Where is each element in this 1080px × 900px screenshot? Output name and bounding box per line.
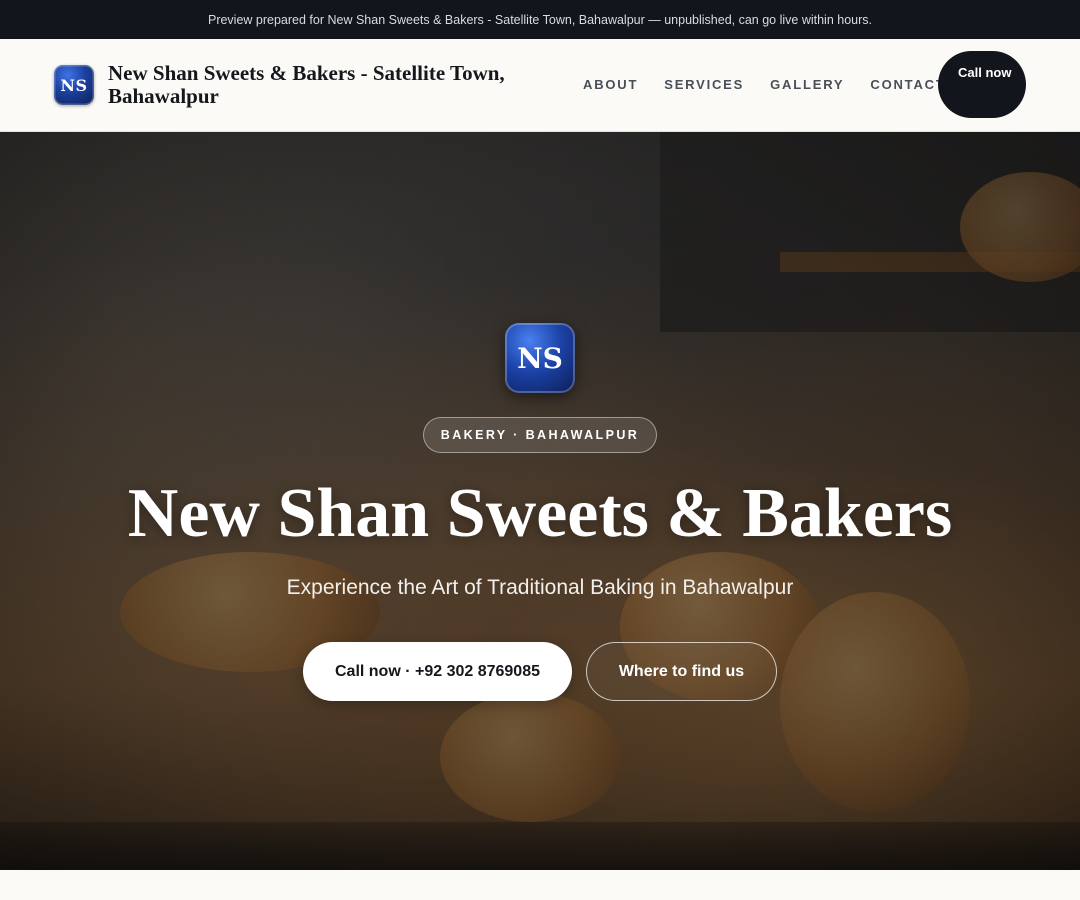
hero-call-button[interactable]: Call now · +92 302 8769085 <box>303 642 572 701</box>
brand-logo[interactable]: NS <box>54 65 94 105</box>
preview-banner-text: Preview prepared for New Shan Sweets & B… <box>207 12 872 27</box>
hero-title: New Shan Sweets & Bakers <box>127 475 953 552</box>
header-call-button[interactable]: Call now <box>938 51 1026 118</box>
main-nav: ABOUT SERVICES GALLERY CONTACT <box>583 77 946 92</box>
nav-link-contact[interactable]: CONTACT <box>870 77 945 92</box>
hero-subtitle: Experience the Art of Traditional Baking… <box>286 576 794 599</box>
nav-link-services[interactable]: SERVICES <box>664 77 744 92</box>
nav-link-gallery[interactable]: GALLERY <box>770 77 844 92</box>
nav-link-about[interactable]: ABOUT <box>583 77 638 92</box>
preview-banner: Preview prepared for New Shan Sweets & B… <box>0 0 1080 39</box>
hero-category-tag: BAKERY · BAHAWALPUR <box>423 417 657 453</box>
site-header: NS New Shan Sweets & Bakers - Satellite … <box>0 39 1080 132</box>
hero-location-button[interactable]: Where to find us <box>586 642 777 701</box>
next-section <box>0 870 1080 900</box>
hero-logo: NS <box>505 323 575 393</box>
brand-name[interactable]: New Shan Sweets & Bakers - Satellite Tow… <box>108 62 568 108</box>
hero-section: NS BAKERY · BAHAWALPUR New Shan Sweets &… <box>0 132 1080 870</box>
